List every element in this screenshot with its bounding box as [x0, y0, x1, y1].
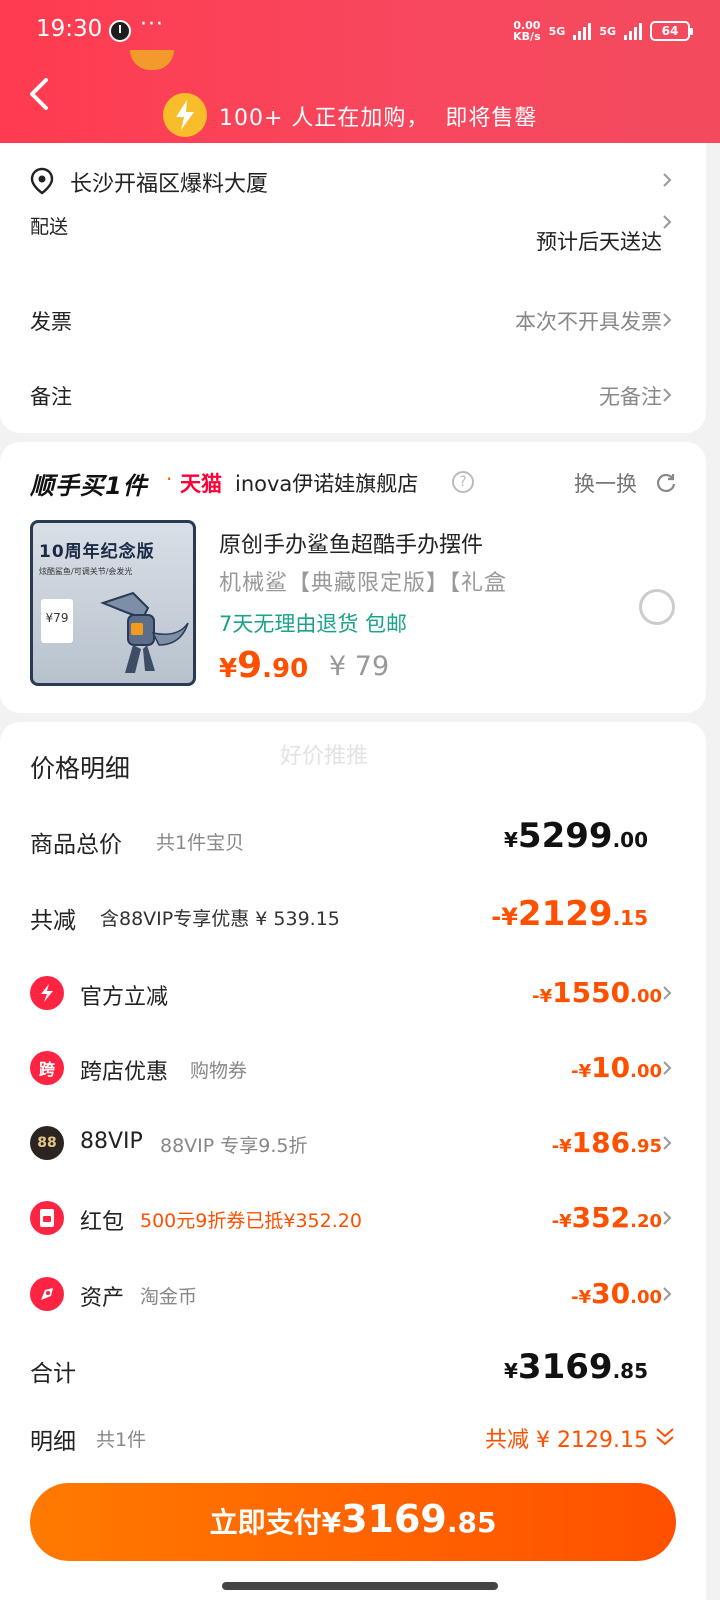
lightning-icon [163, 93, 207, 137]
official-discount-label[interactable]: 官方立减 [80, 979, 168, 1011]
asset-amount[interactable]: -¥30.00 [571, 1277, 662, 1310]
price-detail-title: 价格明细 [30, 754, 131, 783]
shop-name[interactable]: inova伊诺娃旗舰店 [235, 468, 418, 498]
goods-total-label: 商品总价 [30, 832, 122, 858]
signal-icon [573, 22, 592, 40]
detail-label: 明细 [30, 1429, 76, 1455]
red-packet-sub: 500元9折券已抵¥352.20 [140, 1210, 362, 1232]
red-packet-icon [30, 1201, 64, 1235]
lightning-discount-icon [30, 976, 64, 1010]
notification-app-icon [109, 20, 131, 42]
top-header: 19:30 ··· 0.00 KB/s 5G 5G 64 100+ 人正在加购，… [0, 0, 720, 143]
chevron-right-icon[interactable] [660, 388, 674, 402]
home-indicator[interactable] [222, 1582, 498, 1590]
back-arrow-icon [30, 78, 48, 110]
red-packet-amount[interactable]: -¥352.20 [552, 1201, 662, 1234]
thumbnail-badge: 10周年纪念版 [39, 542, 155, 562]
vip88-icon: 88 [30, 1126, 64, 1160]
product-subtitle: 机械鲨【典藏限定版】【礼盒 [219, 571, 508, 596]
separator-dot: · [166, 467, 173, 491]
detail-reduce[interactable]: 共减 ¥ 2129.15 [485, 1422, 648, 1454]
chevron-right-icon[interactable] [660, 1136, 674, 1150]
total-reduce-label: 共减 [30, 908, 76, 934]
sum-label: 合计 [30, 1361, 76, 1387]
chevron-right-icon[interactable] [660, 173, 674, 187]
product-thumbnail[interactable]: 10周年纪念版 炫酷鲨鱼/可调关节/会发光 ¥79 [30, 520, 196, 686]
official-discount-amount[interactable]: -¥1550.00 [532, 976, 662, 1009]
chevron-right-icon[interactable] [660, 313, 674, 327]
signal-label-2: 5G [599, 24, 616, 38]
cross-store-label[interactable]: 跨店优惠 [80, 1054, 168, 1086]
red-packet-label[interactable]: 红包 [80, 1204, 124, 1236]
vip88-amount[interactable]: -¥186.95 [552, 1126, 662, 1159]
tmall-logo: 天猫 [180, 472, 222, 496]
remark-value[interactable]: 无备注 [599, 381, 662, 411]
asset-coin-icon [30, 1277, 64, 1311]
chevron-right-icon[interactable] [660, 1287, 674, 1301]
location-pin-icon [30, 167, 54, 195]
detail-sub: 共1件 [96, 1429, 147, 1451]
product-price: ¥9.90 [219, 645, 309, 686]
net-speed: 0.00 KB/s [513, 19, 541, 43]
total-reduce-amount: -¥2129.15 [491, 894, 648, 934]
product-title[interactable]: 原创手办鲨鱼超酷手办摆件 [219, 527, 483, 559]
vip88-label[interactable]: 88VIP [80, 1129, 143, 1154]
status-time: 19:30 [36, 16, 103, 42]
thumbnail-subtitle: 炫酷鲨鱼/可调关节/会发光 [39, 567, 133, 576]
delivery-value[interactable]: 预计后天送达 [536, 226, 662, 256]
remark-label: 备注 [30, 385, 72, 409]
product-service-tags: 7天无理由退货 包邮 [219, 612, 408, 636]
status-bar-right: 0.00 KB/s 5G 5G 64 [513, 19, 693, 43]
asset-label[interactable]: 资产 [80, 1280, 124, 1312]
chevron-right-icon[interactable] [660, 1061, 674, 1075]
battery-icon: 64 [650, 21, 693, 41]
chevron-right-icon[interactable] [660, 986, 674, 1000]
address-text[interactable]: 长沙开福区爆料大厦 [70, 166, 268, 198]
cross-store-sub: 购物券 [190, 1060, 248, 1082]
asset-sub: 淘金币 [140, 1286, 198, 1308]
cross-store-icon: 跨 [30, 1051, 64, 1085]
shark-figure-image [100, 591, 189, 673]
back-button[interactable] [26, 76, 56, 112]
pay-now-button[interactable]: 立即支付¥3169.85 [30, 1483, 676, 1561]
signal-icon-2 [624, 22, 642, 40]
more-notifications-icon: ··· [140, 12, 164, 37]
signal-label-1: 5G [548, 24, 566, 38]
help-icon[interactable]: ? [452, 471, 474, 493]
swap-button[interactable]: 换一换 [574, 468, 637, 498]
original-price: ¥ 79 [329, 651, 390, 682]
vip88-sub: 88VIP 专享9.5折 [160, 1135, 308, 1157]
delivery-label: 配送 [30, 216, 69, 238]
watermark: 好价推推 [280, 744, 369, 769]
chevron-right-icon[interactable] [660, 1211, 674, 1225]
cross-store-amount[interactable]: -¥10.00 [571, 1051, 662, 1084]
goods-total-amount: ¥5299.00 [504, 816, 648, 856]
thumbnail-price: ¥79 [41, 599, 73, 643]
addon-section-logo: 顺手买1件 [30, 472, 148, 500]
double-chevron-down-icon[interactable] [654, 1426, 676, 1448]
select-addon-radio[interactable] [639, 589, 675, 625]
chevron-right-icon[interactable] [660, 215, 674, 229]
cart-activity-banner: 100+ 人正在加购， 即将售罄 [219, 106, 538, 131]
goods-total-sub: 共1件宝贝 [156, 832, 245, 854]
product-peek-image [130, 50, 174, 70]
total-reduce-sub: 含88VIP专享优惠 ¥ 539.15 [100, 908, 340, 930]
refresh-icon[interactable] [654, 471, 678, 495]
sum-amount: ¥3169.85 [504, 1347, 648, 1387]
invoice-value[interactable]: 本次不开具发票 [515, 306, 662, 336]
invoice-label: 发票 [30, 310, 72, 334]
